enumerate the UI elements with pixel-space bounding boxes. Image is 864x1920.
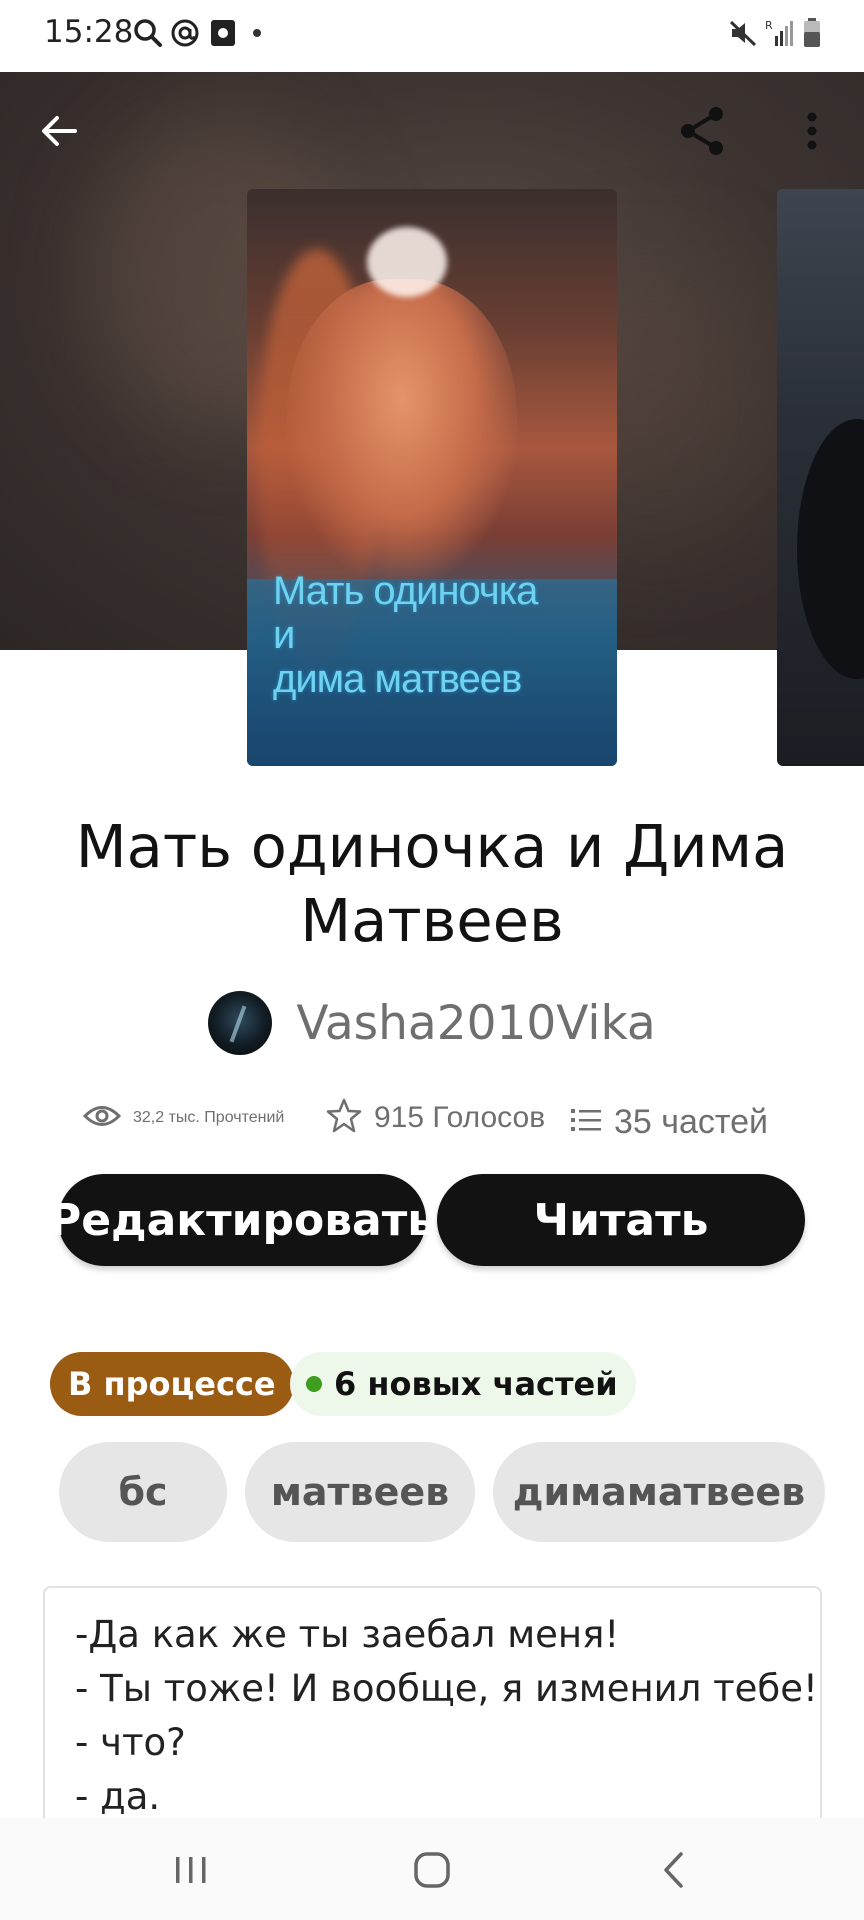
description-line: - да. <box>75 1775 161 1818</box>
svg-text:R: R <box>765 19 773 32</box>
next-book-cover[interactable] <box>777 189 864 766</box>
description-line: - что? <box>75 1721 186 1764</box>
back-chevron-icon[interactable] <box>634 1838 714 1902</box>
home-icon[interactable] <box>392 1838 472 1902</box>
cover-title: Мать одиночка и дима матвеев <box>273 569 613 701</box>
edit-button[interactable]: Редактировать <box>49 1174 435 1266</box>
new-parts-badge: 6 новых частей <box>290 1352 636 1416</box>
recent-apps-icon[interactable] <box>151 1838 231 1902</box>
cover-title-line: и <box>273 613 295 657</box>
cover-title-line: дима матвеев <box>273 657 522 701</box>
parts-count: 35 частей <box>614 1102 768 1141</box>
system-nav-bar <box>0 1818 864 1920</box>
votes-count: 915 Голосов <box>374 1101 546 1134</box>
at-sign-icon <box>168 16 202 50</box>
avatar[interactable] <box>208 991 273 1055</box>
book-cover[interactable]: Мать одиночка и дима матвеев <box>247 189 617 766</box>
story-stats: 32,2 тыс. Прочтений 915 Голосов 35 часте… <box>0 1090 864 1146</box>
dot-icon <box>250 16 264 50</box>
description-line: -Да как же ты заебал меня! <box>75 1613 620 1656</box>
read-button[interactable]: Читать <box>437 1174 805 1266</box>
eye-icon <box>82 1103 122 1134</box>
status-badge: В процессе <box>50 1352 294 1416</box>
search-icon <box>132 16 164 50</box>
arrow-left-icon[interactable] <box>27 99 91 163</box>
reads-count: 32,2 тыс. Прочтений <box>133 1109 285 1126</box>
votes-stat: 915 Голосов <box>326 1090 545 1146</box>
status-bar: 15:28 R <box>0 0 864 72</box>
mute-icon <box>726 16 760 50</box>
description-line: - Ты тоже! И вообще, я изменил тебе! <box>75 1667 818 1710</box>
status-time: 15:28 <box>44 14 134 50</box>
author-row[interactable]: Vasha2010Vika <box>0 988 864 1058</box>
new-parts-label: 6 новых частей <box>334 1365 618 1403</box>
signal-icon: R <box>764 16 794 50</box>
parts-stat: 35 частей <box>570 1094 768 1150</box>
reads-stat: 32,2 тыс. Прочтений <box>82 1090 285 1146</box>
more-vert-icon[interactable] <box>780 99 844 163</box>
list-icon <box>570 1106 602 1139</box>
green-dot-icon <box>306 1376 322 1392</box>
tag-chip[interactable]: бс <box>59 1442 227 1542</box>
author-name[interactable]: Vasha2010Vika <box>296 996 655 1051</box>
tag-chip[interactable]: димаматвеев <box>493 1442 825 1542</box>
tag-chip[interactable]: матвеев <box>245 1442 475 1542</box>
story-title: Мать одиночка и Дима Матвеев <box>75 812 789 955</box>
cover-title-line: Мать одиночка <box>273 569 538 613</box>
box-app-icon <box>208 16 238 50</box>
star-icon <box>326 1098 362 1139</box>
share-icon[interactable] <box>671 99 735 163</box>
battery-icon <box>800 16 824 50</box>
